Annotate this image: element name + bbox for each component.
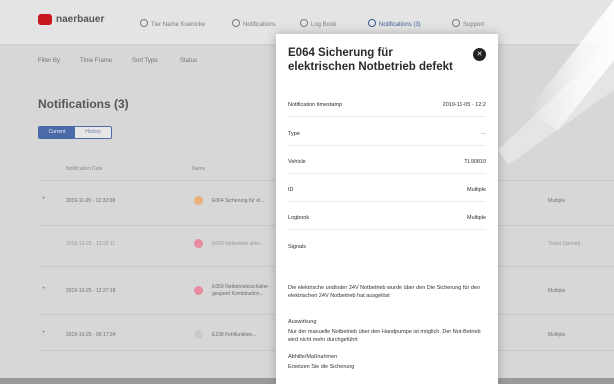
field-value-id: Multiple xyxy=(467,187,486,193)
field-value-type: ··· xyxy=(480,131,487,137)
row-status: Ticket Opened xyxy=(548,241,581,247)
notification-description: Die elektrische und/oder 24V Notbetrieb … xyxy=(288,285,481,299)
close-icon: ✕ xyxy=(476,51,483,58)
toggle-history[interactable]: History xyxy=(75,127,111,138)
field-label-type: Type xyxy=(288,131,300,137)
nav-item-vehicle[interactable]: Tier Name Koenicke xyxy=(140,19,205,28)
vehicle-icon xyxy=(140,19,148,27)
field-label-id: ID xyxy=(288,187,294,193)
book-icon xyxy=(300,19,308,27)
nav-item-notifications[interactable]: Notifications xyxy=(232,19,276,28)
remedy-text: Ersetzen Sie die Sicherung xyxy=(288,364,355,370)
row-status: Multiple xyxy=(548,198,566,204)
nav-item-support[interactable]: Support xyxy=(452,19,484,28)
row-name[interactable]: E059 Notbetriebsschalter · gesperrt Komb… xyxy=(212,284,274,298)
severity-dot-icon xyxy=(194,196,203,205)
row-status: Multiple xyxy=(548,332,566,338)
alert-icon xyxy=(368,19,376,27)
row-status: Multiple xyxy=(548,288,566,294)
remedy-heading: Abhilfe/Maßnahmen xyxy=(288,354,338,360)
field-divider xyxy=(288,229,486,230)
close-button[interactable]: ✕ xyxy=(473,48,486,61)
field-divider xyxy=(288,116,486,117)
field-label-logbook: Logbook xyxy=(288,215,310,221)
toggle-current[interactable]: Current xyxy=(39,127,75,138)
nav-item-logbook[interactable]: Log Book xyxy=(300,19,336,28)
field-divider xyxy=(288,145,486,146)
filter-by-button[interactable]: Filter By xyxy=(38,58,60,64)
field-value-timestamp: 2019-11-05 · 12:2 xyxy=(442,102,486,108)
field-label-signals: Signals xyxy=(288,244,307,250)
effect-text: Nur der manuelle Notbetrieb über den Han… xyxy=(288,329,481,343)
page-title: Notifications (3) xyxy=(38,97,129,111)
severity-dot-icon xyxy=(194,239,203,248)
severity-dot-icon xyxy=(194,286,203,295)
nav-item-active-notifications[interactable]: Notifications (3) xyxy=(368,19,421,28)
modal-title: E064 Sicherung für elektrischen Notbetri… xyxy=(288,47,453,73)
field-divider xyxy=(288,173,486,174)
effect-heading: Auswirkung xyxy=(288,319,317,325)
severity-dot-icon xyxy=(194,330,203,339)
logo[interactable]: naerbauer xyxy=(38,14,104,25)
expand-row-button[interactable]: + xyxy=(42,286,46,292)
status-button[interactable]: Status xyxy=(180,58,197,64)
logo-icon xyxy=(38,14,52,25)
notification-detail-modal: E064 Sicherung für elektrischen Notbetri… xyxy=(276,34,498,384)
bell-icon xyxy=(232,19,240,27)
row-date: 2019-10-25 · 06:17:34 xyxy=(66,332,116,338)
logo-text: naerbauer xyxy=(56,14,105,25)
row-name[interactable]: E064 Sicherung für el... xyxy=(212,198,264,204)
expand-row-button[interactable]: + xyxy=(42,330,46,336)
row-date: 2019-10-25 · 12:32:11 xyxy=(66,241,116,247)
row-name[interactable]: E108 Fehlfunktion... xyxy=(212,332,256,338)
expand-row-button[interactable]: + xyxy=(42,196,46,202)
field-label-timestamp: Notification timestamp xyxy=(288,102,343,108)
field-value-vehicle[interactable]: TL90810 xyxy=(464,159,486,165)
time-frame-button[interactable]: Time Frame xyxy=(80,58,112,64)
row-date: 2019-11-05 · 12:32:08 xyxy=(66,198,116,204)
field-label-vehicle: Vehicle xyxy=(288,159,306,165)
view-toggle: Current History xyxy=(38,126,112,139)
column-header-date[interactable]: Notification Date xyxy=(66,166,103,172)
row-name[interactable]: E060 Notbetrieb aktiv... xyxy=(212,241,264,247)
field-value-logbook[interactable]: Multiple xyxy=(467,215,486,221)
field-divider xyxy=(288,201,486,202)
column-header-name[interactable]: Name xyxy=(192,166,205,172)
row-date: 2019-10-25 · 12:27:18 xyxy=(66,288,116,294)
sort-type-button[interactable]: Sort Type xyxy=(132,58,158,64)
help-icon xyxy=(452,19,460,27)
